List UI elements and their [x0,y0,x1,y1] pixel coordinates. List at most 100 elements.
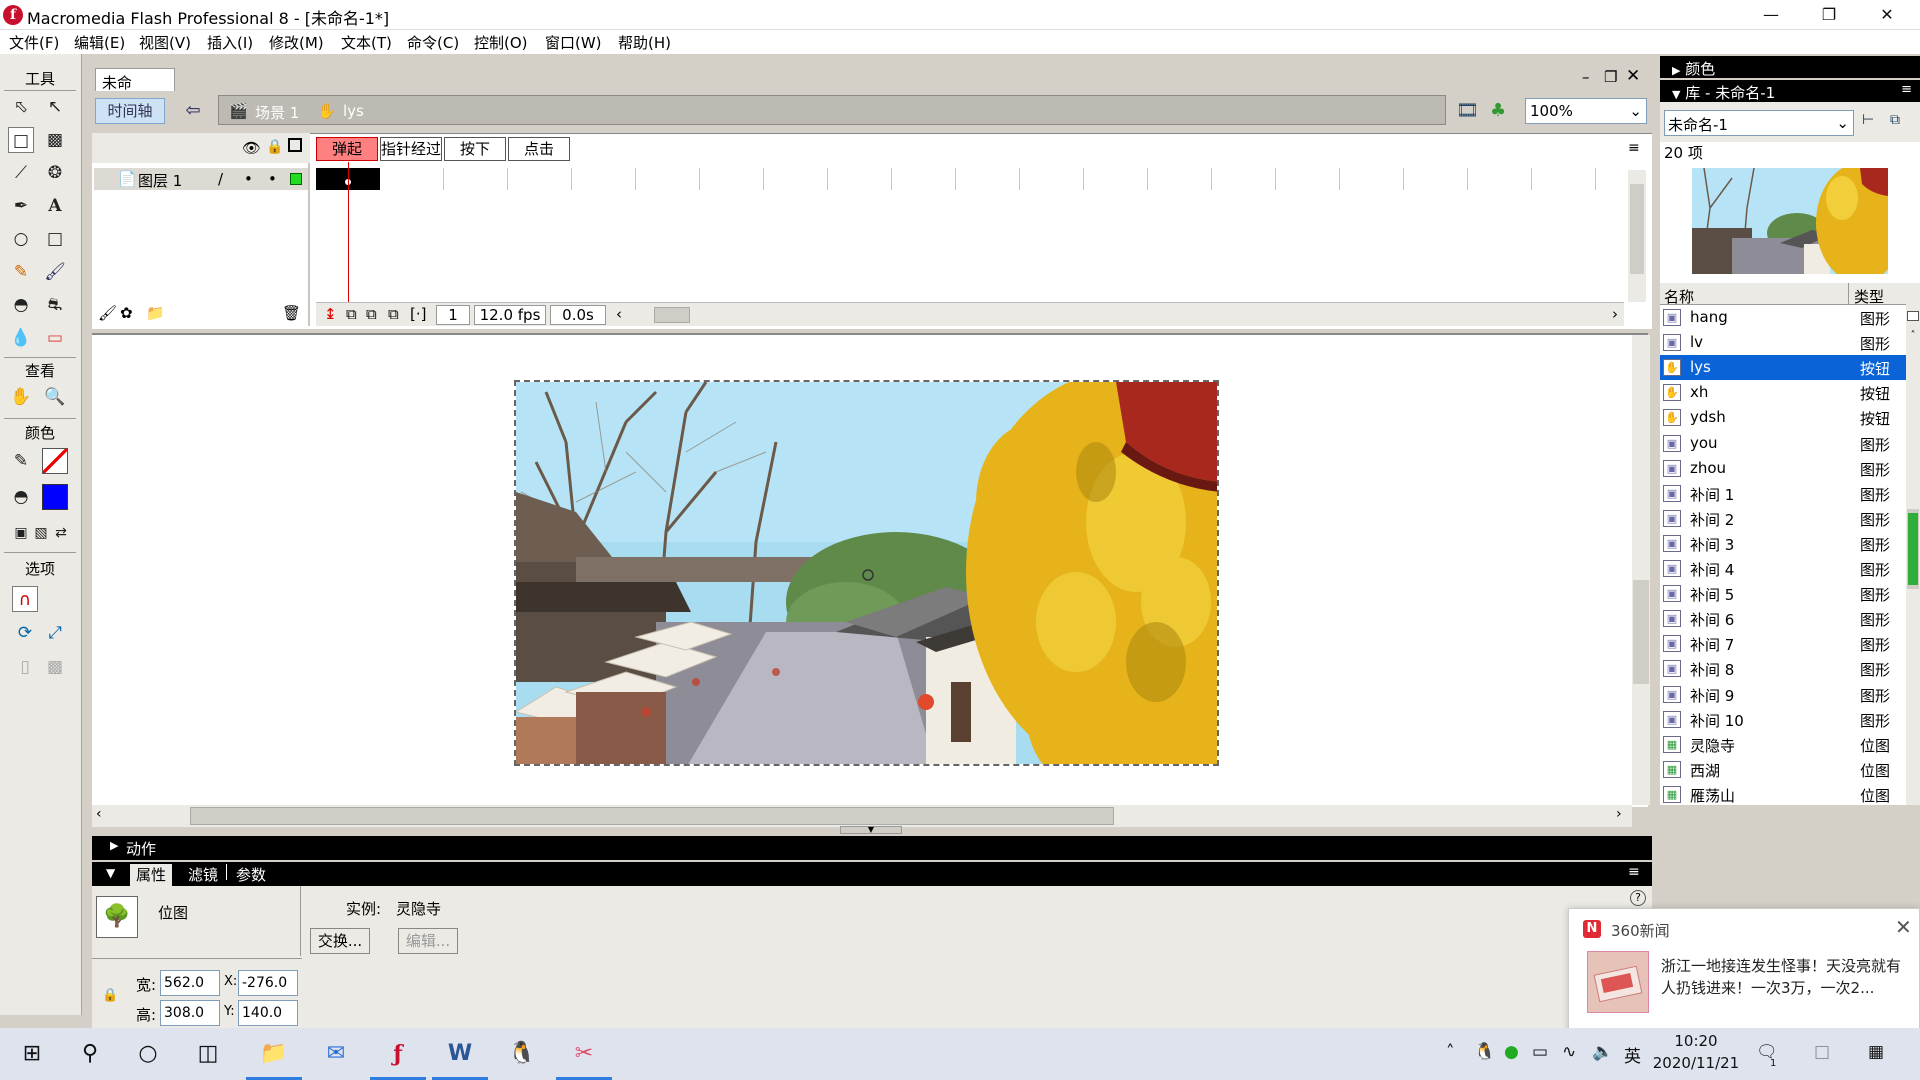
menu-text[interactable]: 文本(T) [341,32,392,53]
document-tab[interactable]: 未命名-1* [95,68,175,113]
menu-commands[interactable]: 命令(C) [407,32,459,53]
column-name[interactable]: 名称 [1664,286,1694,307]
swap-button[interactable]: 交换... [310,928,370,954]
cortana-icon[interactable]: ○ [120,1028,176,1080]
frame-label-over[interactable]: 指针经过 [380,137,442,161]
lock-dot[interactable]: • [268,170,277,188]
qq-icon[interactable]: 🐧 [494,1028,550,1080]
zoom-tool-icon[interactable]: 🔍 [42,384,68,410]
hand-tool-icon[interactable]: ✋ [8,384,34,410]
clock-date[interactable]: 2020/11/21 [1648,1054,1744,1072]
lock-icon[interactable]: 🔒 [266,139,283,155]
text-tool-icon[interactable]: A [42,193,68,219]
selection-tool-icon[interactable]: ⬁ [8,94,34,120]
library-item[interactable]: ✋ ydsh 按钮 [1660,405,1906,430]
menu-insert[interactable]: 插入(I) [207,32,253,53]
tab-properties[interactable]: 属性 [130,864,173,886]
close-button[interactable]: ✕ [1858,0,1916,30]
ime-indicator[interactable]: 英 [1624,1042,1641,1067]
onion-skin-icon[interactable]: ⧉ [346,305,357,323]
free-transform-tool-icon[interactable]: □ [8,127,34,153]
restore-button[interactable]: ❐ [1800,0,1858,30]
paint-bucket-tool-icon[interactable]: ⛐ [42,292,68,318]
tab-parameters[interactable]: 参数 [236,864,266,885]
flash-app-icon[interactable]: ƒ [370,1028,426,1080]
playhead[interactable] [348,162,349,312]
menu-control[interactable]: 控制(O) [474,32,528,53]
timeline-toggle-button[interactable]: 时间轴 [95,98,165,124]
scale-icon[interactable]: ⤢ [42,620,68,646]
oval-tool-icon[interactable]: ○ [8,226,34,252]
menu-edit[interactable]: 编辑(E) [74,32,125,53]
clock-time[interactable]: 10:20 [1656,1032,1736,1050]
line-tool-icon[interactable]: ⟋ [8,160,34,186]
outline-color-swatch[interactable] [290,173,302,185]
x-field[interactable]: -276.0 [238,970,298,996]
menu-window[interactable]: 窗口(W) [545,32,602,53]
scroll-left-icon[interactable]: ‹ [616,305,622,323]
subselection-tool-icon[interactable]: ↖ [42,94,68,120]
collapse-arrow-icon[interactable]: ▼ [106,866,115,880]
library-item[interactable]: ▣ you 图形 [1660,431,1906,456]
column-type[interactable]: 类型 [1854,286,1884,307]
height-field[interactable]: 308.0 [160,1000,220,1026]
stroke-color-icon[interactable]: ✎ [8,448,34,474]
library-item[interactable]: ▣ 补间 3 图形 [1660,531,1906,556]
wifi-icon[interactable]: ∿ [1562,1042,1576,1062]
edit-symbols-icon[interactable]: ♣ [1490,100,1506,121]
onion-outline-icon[interactable]: ⧉ [366,305,377,323]
minimize-button[interactable]: — [1742,0,1800,30]
library-item[interactable]: ▣ lv 图形 [1660,330,1906,355]
bitmap-instance[interactable] [514,380,1219,766]
frame-label-hit[interactable]: 点击 [508,137,570,161]
library-item[interactable]: ▦ 灵隐寺 位图 [1660,732,1906,757]
actions-panel-bar[interactable]: ▶ 动作 [92,836,1652,860]
stroke-color-swatch[interactable] [42,448,68,474]
zoom-select[interactable]: 100% ⌄ [1525,98,1647,124]
fill-color-swatch[interactable] [42,484,68,510]
snipping-tool-icon[interactable]: ✂ [556,1028,612,1080]
frame-label-down[interactable]: 按下 [444,137,506,161]
panel-splitter-icon[interactable]: ▼ [840,826,902,834]
windows-start-icon[interactable]: ⊞ [4,1028,60,1080]
visible-dot[interactable]: • [244,170,253,188]
breadcrumb-symbol[interactable]: lys [343,102,364,120]
news-notification[interactable]: N 360新闻 ✕ 浙江一地接连发生怪事！天没亮就有人扔钱进来！一次3万，一次2… [1568,908,1920,1032]
library-item[interactable]: ▣ 补间 6 图形 [1660,606,1906,631]
color-panel-bar[interactable]: ▶ 颜色 [1660,56,1920,78]
y-field[interactable]: 140.0 [238,1000,298,1026]
battery-icon[interactable]: ▭ [1532,1042,1548,1062]
doc-close-icon[interactable]: ✕ [1626,66,1640,86]
swap-colors-icon[interactable]: ⇄ [48,520,74,546]
library-item[interactable]: ▣ 补间 1 图形 [1660,481,1906,506]
library-item[interactable]: ▣ 补间 2 图形 [1660,506,1906,531]
trash-icon[interactable]: 🗑 [282,304,301,322]
eyedropper-tool-icon[interactable]: 💧 [8,325,34,351]
brush-tool-icon[interactable]: 🖌 [42,259,68,285]
menu-view[interactable]: 视图(V) [139,32,191,53]
library-item[interactable]: ▦ 雁荡山 位图 [1660,782,1906,807]
outline-icon[interactable] [288,138,302,152]
center-frame-icon[interactable]: ↨ [324,305,337,323]
library-item[interactable]: ▦ 西湖 位图 [1660,757,1906,782]
back-arrow-icon[interactable]: ⇦ [180,100,206,122]
frame-rate[interactable]: 12.0 fps [474,305,546,325]
mail-icon[interactable]: ✉ [308,1028,364,1080]
breadcrumb-scene[interactable]: 场景 1 [255,102,299,123]
volume-icon[interactable]: 🔈 [1592,1042,1613,1062]
fill-transform-tool-icon[interactable]: ▩ [42,127,68,153]
rectangle-tool-icon[interactable]: □ [42,226,68,252]
library-item[interactable]: ▣ 补间 4 图形 [1660,556,1906,581]
frame-label-up[interactable]: 弹起 [316,137,378,161]
library-panel-bar[interactable]: ▼ 库 - 未命名-1 ≡ [1660,80,1920,102]
library-item[interactable]: ✋ lys 按钮 [1660,355,1906,381]
stage-scroll-right-icon[interactable]: › [1616,806,1622,822]
task-view-icon[interactable]: ◫ [180,1028,236,1080]
library-item[interactable]: ▣ 补间 9 图形 [1660,682,1906,707]
add-layer-icon[interactable]: 🖌 [98,304,117,322]
layer-row[interactable]: 📄 图层 1 / • • [94,168,308,190]
help-icon[interactable]: ? [1630,890,1646,906]
ink-bottle-tool-icon[interactable]: ◓ [8,292,34,318]
doc-restore-icon[interactable]: ❐ [1604,68,1617,86]
onion-markers-icon[interactable]: [·] [410,305,426,323]
